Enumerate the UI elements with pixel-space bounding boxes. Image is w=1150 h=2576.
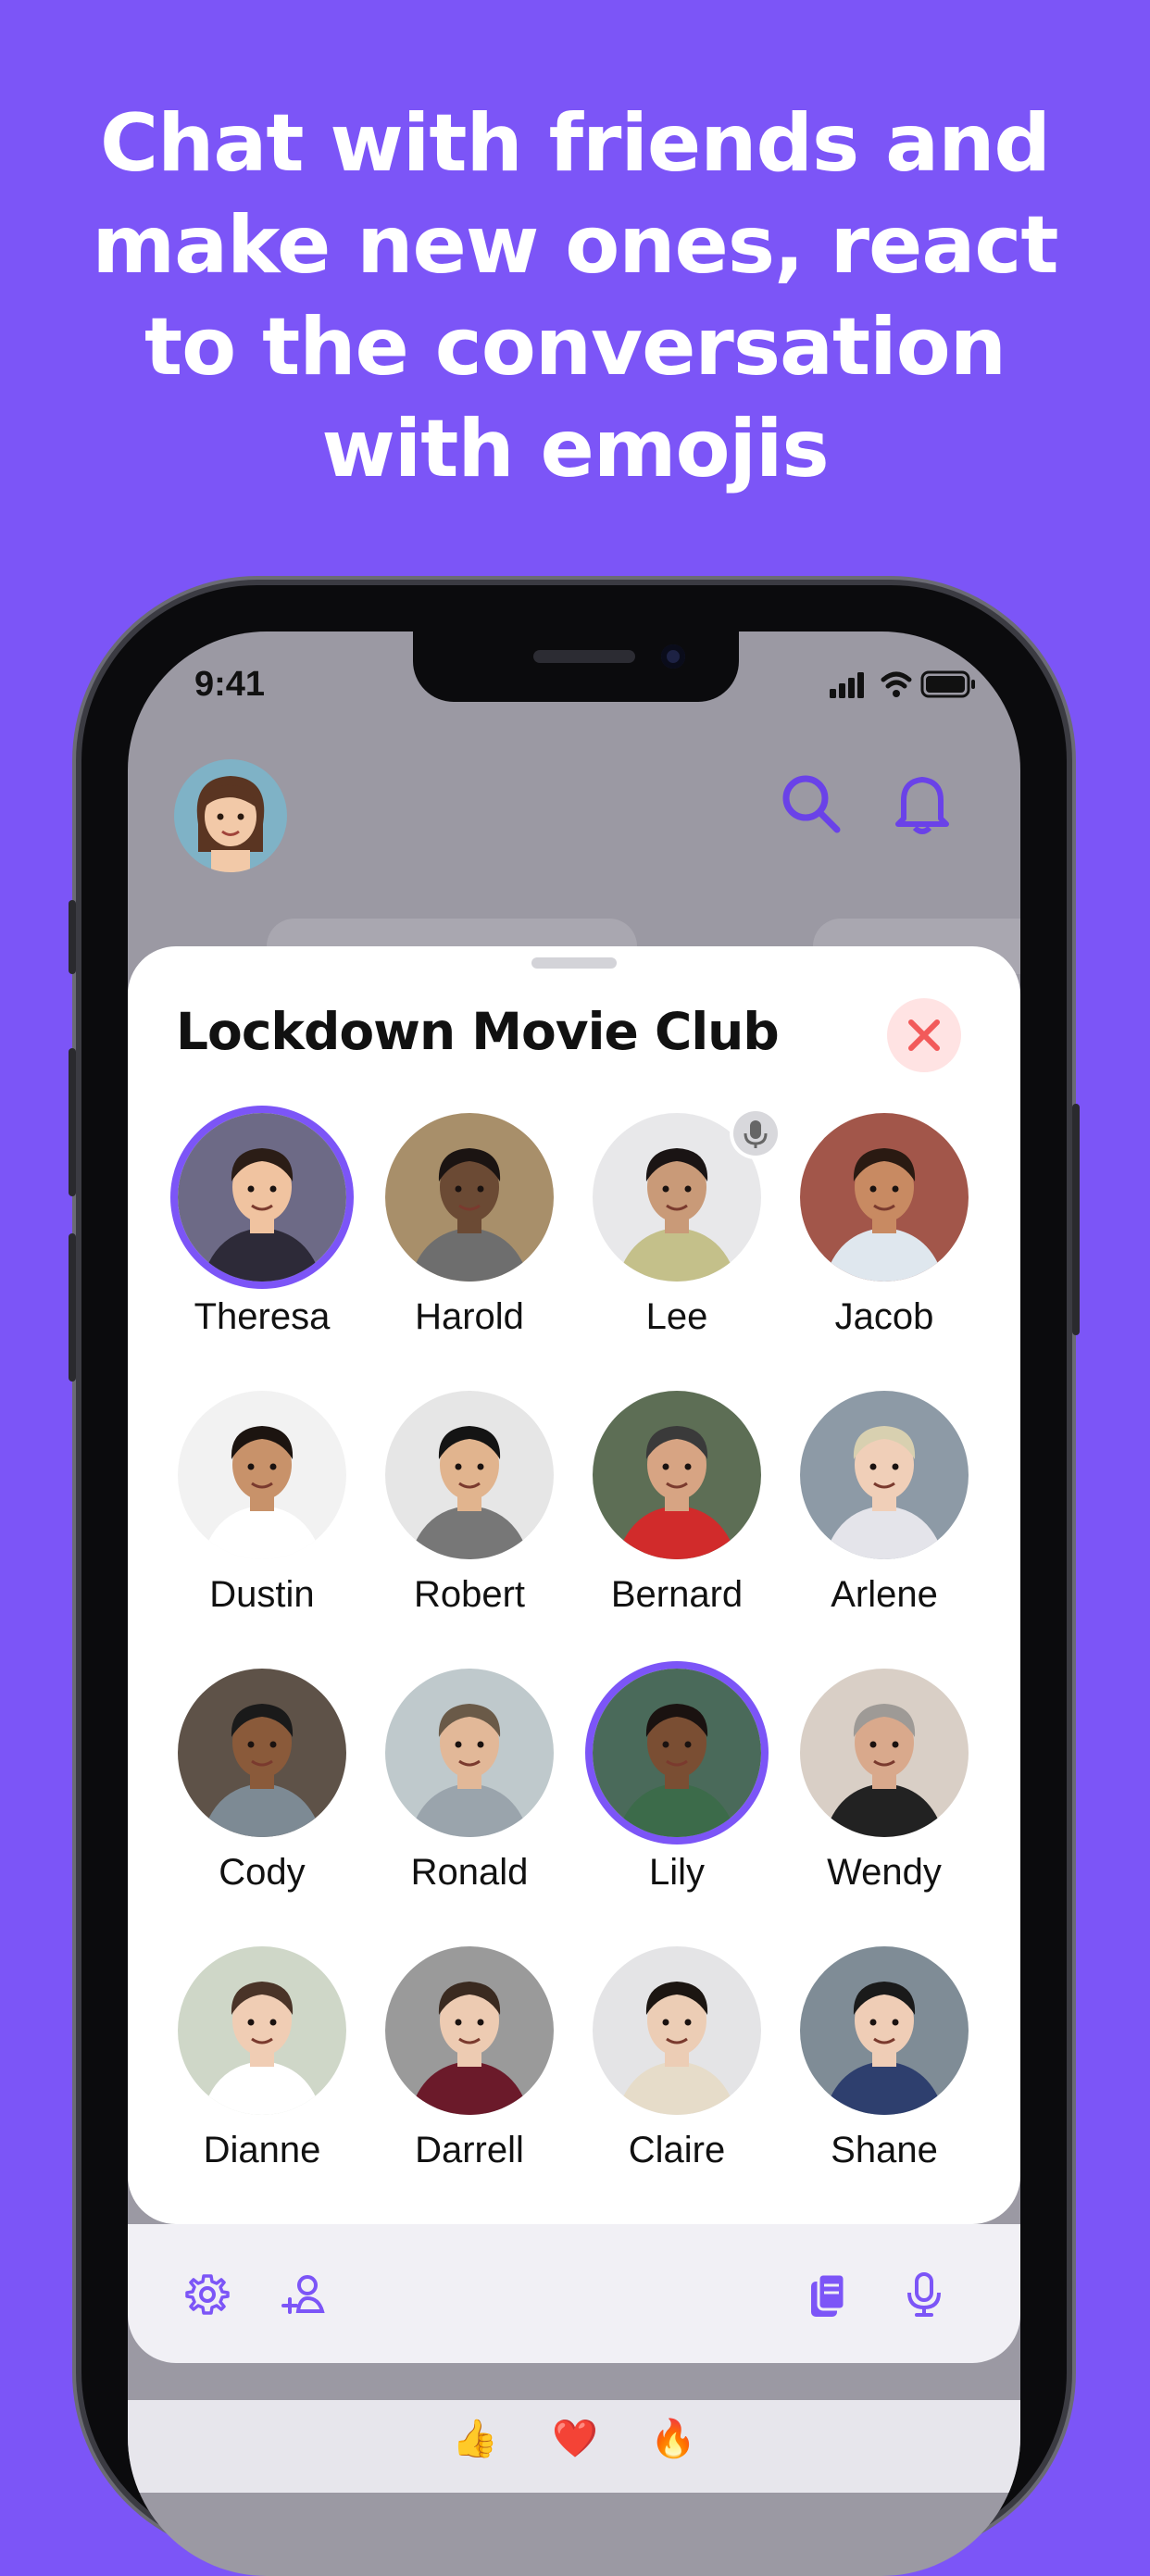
sheet-grabber[interactable] — [531, 957, 617, 969]
member-name: Jacob — [834, 1296, 934, 1337]
phone-frame: 9:41 Lockdown Movie Club Theresa Harold … — [69, 585, 1080, 2576]
reaction-thumbs-up[interactable]: 👍 — [452, 2417, 498, 2460]
bell-icon[interactable] — [887, 769, 957, 839]
member-tile[interactable]: Dianne — [154, 1946, 361, 2215]
member-name: Ronald — [410, 1852, 529, 1893]
member-photo — [178, 1669, 346, 1837]
add-person-icon[interactable] — [278, 2269, 330, 2320]
member-tile[interactable]: Wendy — [776, 1669, 983, 1937]
member-photo — [178, 1946, 346, 2115]
gear-icon[interactable] — [181, 2269, 233, 2320]
status-time: 9:41 — [194, 665, 266, 704]
member-photo — [800, 1391, 969, 1559]
member-photo — [800, 1946, 969, 2115]
room-toolbar — [128, 2224, 1020, 2363]
my-avatar[interactable] — [174, 759, 287, 872]
headline: Chat with friends and make new ones, rea… — [0, 93, 1150, 500]
member-name: Robert — [413, 1574, 526, 1615]
reaction-heart[interactable]: ❤️ — [552, 2417, 598, 2460]
headline-line: Chat with friends and — [100, 97, 1051, 190]
mic-off-icon — [733, 1111, 778, 1156]
room-title: Lockdown Movie Club — [176, 1002, 780, 1061]
member-name: Cody — [219, 1852, 306, 1893]
member-tile[interactable]: Arlene — [776, 1391, 983, 1659]
member-tile[interactable]: Lily — [569, 1669, 776, 1937]
member-name: Darrell — [415, 2130, 524, 2170]
member-name: Theresa — [194, 1296, 331, 1337]
headline-line: to the conversation — [144, 301, 1006, 394]
front-camera — [661, 644, 685, 669]
member-photo — [178, 1113, 346, 1282]
member-photo — [385, 1391, 554, 1559]
member-photo — [593, 1669, 761, 1837]
member-name: Wendy — [827, 1852, 942, 1893]
member-photo — [800, 1113, 969, 1282]
member-photo — [385, 1946, 554, 2115]
member-tile[interactable]: Ronald — [361, 1669, 569, 1937]
room-sheet: Lockdown Movie Club Theresa Harold Lee Jaco… — [128, 946, 1020, 2224]
volume-down-button — [69, 1233, 76, 1382]
close-button[interactable] — [887, 998, 961, 1072]
member-photo — [593, 1946, 761, 2115]
member-tile[interactable]: Dustin — [154, 1391, 361, 1659]
member-tile[interactable]: Claire — [569, 1946, 776, 2215]
member-name: Harold — [415, 1296, 524, 1337]
member-tile[interactable]: Darrell — [361, 1946, 569, 2215]
member-tile[interactable]: Lee — [569, 1111, 778, 1382]
silent-switch — [69, 900, 76, 974]
member-photo — [385, 1669, 554, 1837]
member-name: Lily — [648, 1852, 706, 1893]
headline-line: with emojis — [321, 403, 829, 495]
reaction-bar: 👍 ❤️ 🔥 — [128, 2400, 1020, 2493]
headline-line: make new ones, react — [92, 199, 1058, 292]
speaker — [533, 650, 635, 663]
member-name: Shane — [831, 2130, 938, 2170]
close-icon — [908, 1019, 940, 1051]
member-name: Arlene — [831, 1574, 938, 1615]
member-tile[interactable]: Cody — [154, 1669, 361, 1937]
power-button — [1072, 1104, 1080, 1335]
member-tile[interactable]: Robert — [361, 1391, 569, 1659]
microphone-icon[interactable] — [898, 2269, 950, 2320]
member-name: Bernard — [610, 1574, 744, 1615]
member-tile[interactable]: Shane — [776, 1946, 983, 2215]
clipboard-icon[interactable] — [802, 2269, 854, 2320]
member-name: Dianne — [203, 2130, 321, 2170]
member-photo — [800, 1669, 969, 1837]
volume-up-button — [69, 1048, 76, 1196]
member-tile[interactable]: Bernard — [569, 1391, 776, 1659]
search-icon[interactable] — [776, 769, 846, 839]
member-photo — [178, 1391, 346, 1559]
member-tile[interactable]: Theresa — [154, 1113, 361, 1382]
signal-wifi-battery-icon — [830, 670, 975, 698]
member-tile[interactable]: Jacob — [776, 1113, 983, 1382]
member-name: Lee — [645, 1296, 708, 1337]
avatar-image — [196, 776, 265, 872]
member-photo — [593, 1391, 761, 1559]
screen: 9:41 Lockdown Movie Club Theresa Harold … — [128, 631, 1020, 2576]
notch — [413, 631, 739, 702]
member-tile[interactable]: Harold — [361, 1113, 569, 1382]
status-icons — [830, 667, 978, 700]
member-photo — [385, 1113, 554, 1282]
member-name: Claire — [628, 2130, 726, 2170]
reaction-fire[interactable]: 🔥 — [650, 2417, 696, 2460]
member-name: Dustin — [209, 1574, 315, 1615]
